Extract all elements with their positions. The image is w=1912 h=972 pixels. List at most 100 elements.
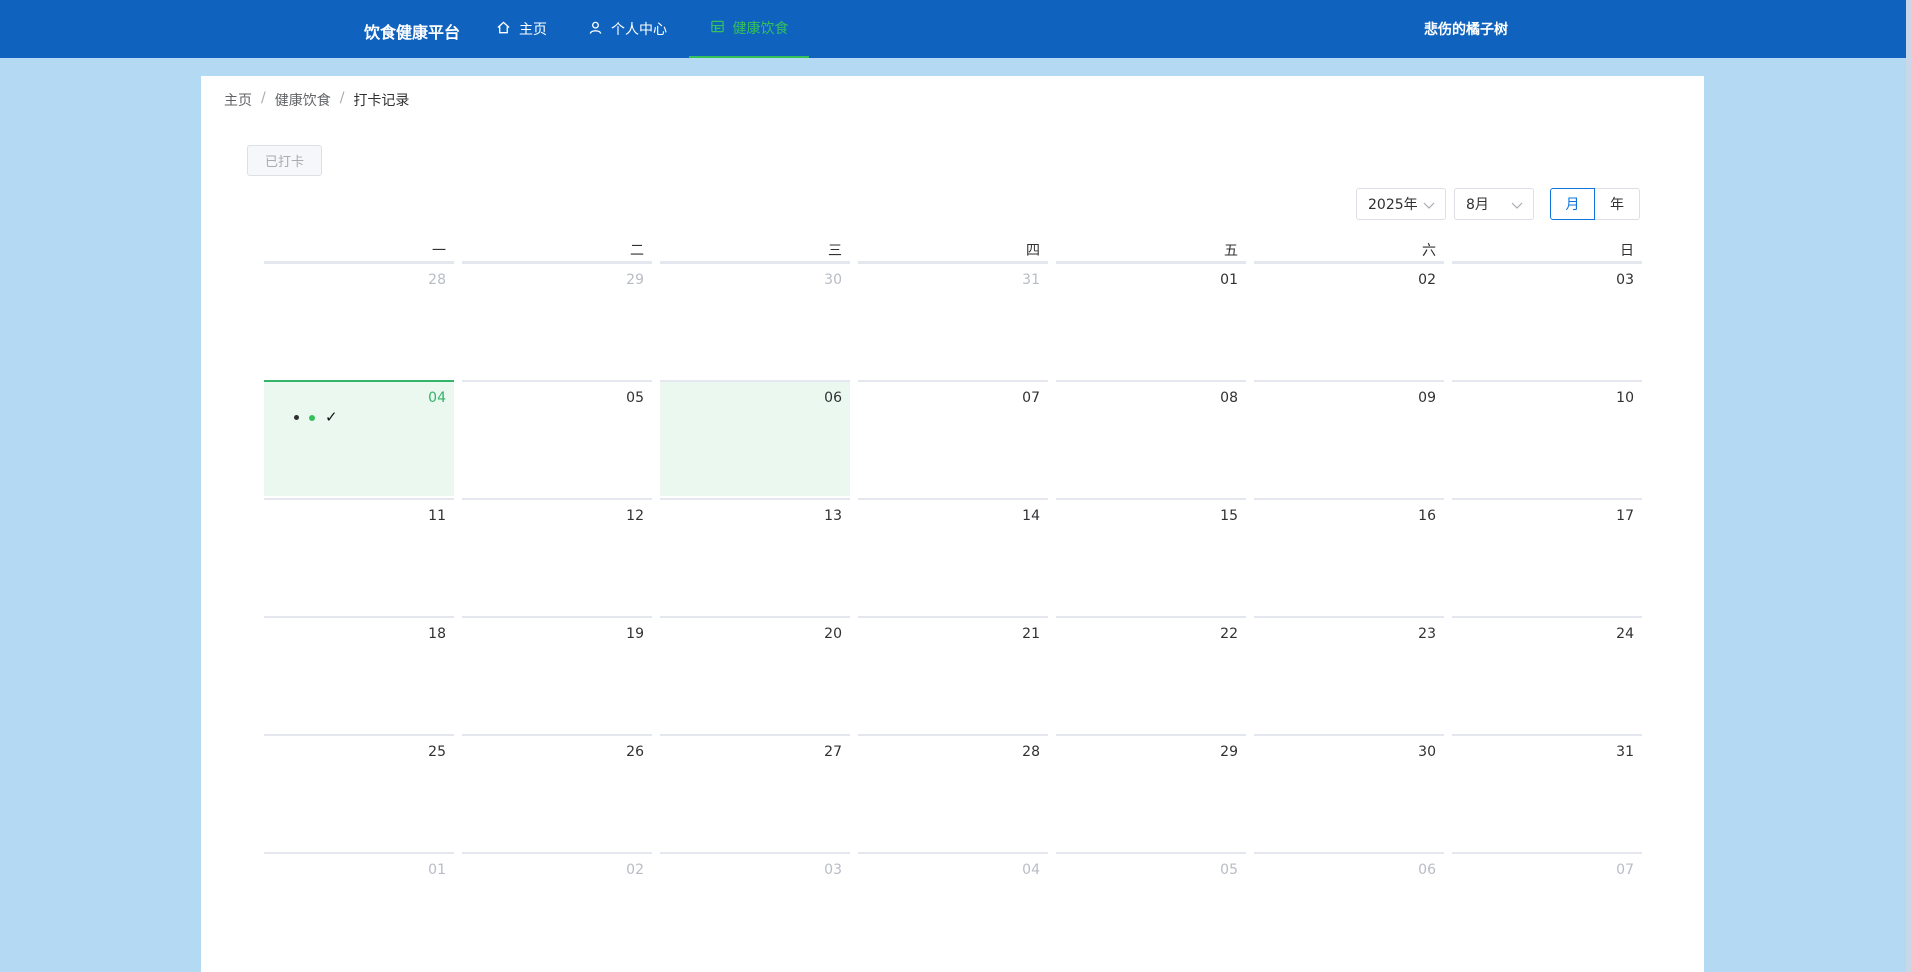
month-select[interactable]: 8月 <box>1454 188 1534 220</box>
day-number: 21 <box>1022 626 1040 642</box>
calendar-day-cell[interactable]: 07 <box>858 380 1048 496</box>
day-number: 31 <box>1616 744 1634 760</box>
day-number: 05 <box>626 390 644 406</box>
calendar-day-cell[interactable]: 07 <box>1452 852 1642 968</box>
nav-item-healthy-diet[interactable]: 健康饮食 <box>689 0 809 58</box>
breadcrumb-separator: / <box>339 90 345 106</box>
calendar-day-cell[interactable]: 01 <box>1056 262 1246 378</box>
calendar-day-cell[interactable]: 27 <box>660 734 850 850</box>
calendar-day-cell[interactable]: 11 <box>264 498 454 614</box>
calendar-day-cell[interactable]: 28 <box>858 734 1048 850</box>
breadcrumb-item-healthy-diet[interactable]: 健康饮食 <box>275 90 331 110</box>
day-number: 07 <box>1022 390 1040 406</box>
day-number: 28 <box>428 272 446 288</box>
calendar-day-cell[interactable]: 03 <box>1452 262 1642 378</box>
year-select[interactable]: 2025年 <box>1356 188 1446 220</box>
calendar-day-cell[interactable]: 31 <box>858 262 1048 378</box>
home-icon <box>496 20 511 39</box>
year-mode-button[interactable]: 年 <box>1595 188 1640 220</box>
calendar-day-cell[interactable]: 06 <box>660 380 850 496</box>
calendar-day-cell[interactable]: 26 <box>462 734 652 850</box>
year-select-value: 2025年 <box>1368 197 1418 213</box>
calendar-day-cell[interactable]: 22 <box>1056 616 1246 732</box>
day-number: 18 <box>428 626 446 642</box>
day-number: 30 <box>824 272 842 288</box>
weekday-label: 三 <box>660 240 850 263</box>
day-number: 28 <box>1022 744 1040 760</box>
calendar-day-cell[interactable]: 01 <box>264 852 454 968</box>
calendar-day-cell[interactable]: 12 <box>462 498 652 614</box>
calendar-day-cell[interactable]: 30 <box>660 262 850 378</box>
day-number: 02 <box>1418 272 1436 288</box>
window-scroll-edge <box>1906 0 1912 972</box>
user-icon <box>588 20 603 39</box>
weekday-label: 六 <box>1254 240 1444 263</box>
weekday-label: 二 <box>462 240 652 263</box>
calendar-day-cell[interactable]: 05 <box>1056 852 1246 968</box>
calendar-day-cell[interactable]: 08 <box>1056 380 1246 496</box>
day-number: 24 <box>1616 626 1634 642</box>
day-number: 13 <box>824 508 842 524</box>
calendar-day-cell[interactable]: 15 <box>1056 498 1246 614</box>
calendar-day-cell[interactable]: 16 <box>1254 498 1444 614</box>
breadcrumb: 主页 / 健康饮食 / 打卡记录 <box>224 90 409 110</box>
calendar-day-cell[interactable]: 29 <box>1056 734 1246 850</box>
weekday-label: 一 <box>264 240 454 263</box>
app-title: 饮食健康平台 <box>364 23 461 42</box>
breadcrumb-current: 打卡记录 <box>353 93 410 109</box>
checkin-markers: ✓ <box>294 410 338 425</box>
calendar-day-cell[interactable]: 31 <box>1452 734 1642 850</box>
weekday-label: 日 <box>1452 240 1642 263</box>
calendar-day-cell[interactable]: 02 <box>1254 262 1444 378</box>
calendar-day-cell[interactable]: 05 <box>462 380 652 496</box>
nav-item-label: 个人中心 <box>611 22 667 38</box>
day-number: 04 <box>428 390 446 406</box>
top-navigation-bar: 饮食健康平台 主页 个人中心 健康饮食 悲伤的橘子树 <box>0 0 1906 58</box>
day-number: 09 <box>1418 390 1436 406</box>
calendar-day-cell[interactable]: 28 <box>264 262 454 378</box>
day-number: 17 <box>1616 508 1634 524</box>
calendar-day-cell[interactable]: 04 ✓ <box>264 380 454 496</box>
day-number: 26 <box>626 744 644 760</box>
day-number: 08 <box>1220 390 1238 406</box>
day-number: 03 <box>824 862 842 878</box>
nav-item-profile[interactable]: 个人中心 <box>588 0 667 58</box>
day-number: 20 <box>824 626 842 642</box>
calendar-day-cell[interactable]: 20 <box>660 616 850 732</box>
day-number: 11 <box>428 508 446 524</box>
calendar-day-cell[interactable]: 18 <box>264 616 454 732</box>
weekday-header: 一二三四五六日 <box>264 240 1642 263</box>
day-number: 22 <box>1220 626 1238 642</box>
calendar-day-cell[interactable]: 19 <box>462 616 652 732</box>
calendar-day-cell[interactable]: 04 <box>858 852 1048 968</box>
day-number: 12 <box>626 508 644 524</box>
calendar-day-cell[interactable]: 13 <box>660 498 850 614</box>
calendar-day-cell[interactable]: 09 <box>1254 380 1444 496</box>
day-number: 16 <box>1418 508 1436 524</box>
calendar-day-cell[interactable]: 10 <box>1452 380 1642 496</box>
calendar-day-cell[interactable]: 25 <box>264 734 454 850</box>
calendar-day-cell[interactable]: 03 <box>660 852 850 968</box>
day-number: 31 <box>1022 272 1040 288</box>
day-number: 07 <box>1616 862 1634 878</box>
calendar-mode-toggle: 月 年 <box>1550 188 1640 220</box>
day-number: 01 <box>428 862 446 878</box>
month-mode-button[interactable]: 月 <box>1550 188 1595 220</box>
nav-item-label: 主页 <box>519 22 547 38</box>
calendar-day-cell[interactable]: 02 <box>462 852 652 968</box>
calendar-day-cell[interactable]: 14 <box>858 498 1048 614</box>
calendar-day-cell[interactable]: 30 <box>1254 734 1444 850</box>
user-name-menu[interactable]: 悲伤的橘子树 <box>1424 19 1508 39</box>
calendar-day-cell[interactable]: 21 <box>858 616 1048 732</box>
nav-item-home[interactable]: 主页 <box>496 0 547 58</box>
calendar-day-cell[interactable]: 23 <box>1254 616 1444 732</box>
day-number: 29 <box>626 272 644 288</box>
calendar-day-cell[interactable]: 29 <box>462 262 652 378</box>
day-number: 04 <box>1022 862 1040 878</box>
main-content-card: 主页 / 健康饮食 / 打卡记录 已打卡 2025年 8月 月 年 一二三四五六… <box>201 76 1704 972</box>
calendar-day-cell[interactable]: 06 <box>1254 852 1444 968</box>
checked-in-button[interactable]: 已打卡 <box>247 145 322 176</box>
breadcrumb-item-home[interactable]: 主页 <box>224 90 252 110</box>
calendar-day-cell[interactable]: 17 <box>1452 498 1642 614</box>
calendar-day-cell[interactable]: 24 <box>1452 616 1642 732</box>
